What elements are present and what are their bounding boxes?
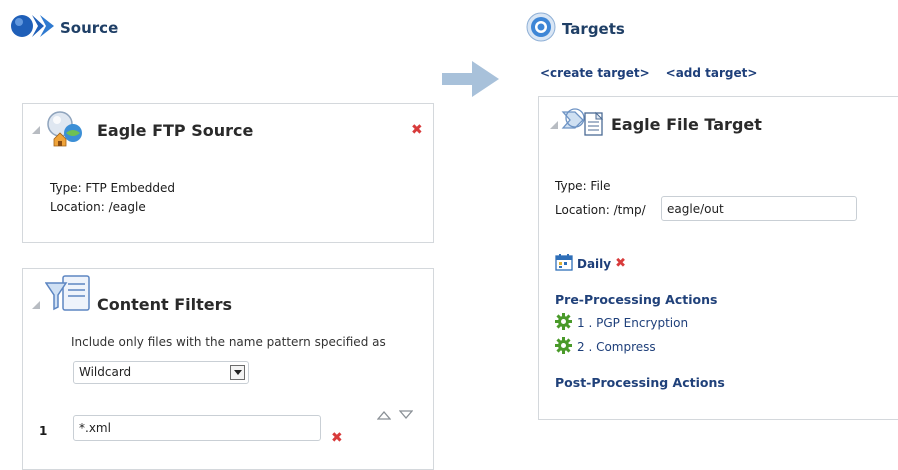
gear-icon [555,337,572,357]
filter-row-delete-icon[interactable]: ✖ [331,430,343,446]
target-ring-icon [526,12,556,45]
filters-panel-title: Content Filters [97,295,233,314]
move-up-icon[interactable] [376,409,392,423]
schedule-link[interactable]: Daily [577,257,611,271]
target-panel: Eagle File Target Type: File Location: /… [538,96,898,420]
schedule-delete-icon[interactable]: ✖ [615,256,626,271]
target-panel-title: Eagle File Target [611,115,762,134]
source-panel-collapse-icon[interactable] [31,124,41,138]
ftp-source-icon [45,109,87,150]
source-header: Source [10,14,118,41]
create-target-link[interactable]: <create target> [540,66,650,80]
targets-header: Targets [526,12,625,45]
source-panel-title: Eagle FTP Source [97,121,254,140]
pre-action-item[interactable]: 1 . PGP Encryption [555,313,688,333]
source-arrow-icon [10,14,56,41]
gear-icon [555,313,572,333]
post-processing-heading: Post-Processing Actions [555,375,725,390]
filter-mode-select[interactable]: Wildcard [73,361,249,384]
source-location: Location: /eagle [50,200,146,214]
calendar-icon [555,253,573,274]
schedule-row: Daily ✖ [555,253,626,274]
target-type: Type: File [555,179,611,193]
target-links: <create target> <add target> [540,66,757,80]
filters-description: Include only files with the name pattern… [71,335,386,349]
pre-processing-heading: Pre-Processing Actions [555,292,718,307]
source-panel: Eagle FTP Source ✖ Type: FTP Embedded Lo… [22,103,434,243]
filter-mode-value: Wildcard [79,365,132,379]
dropdown-arrow-icon[interactable] [230,365,245,380]
pre-action-item[interactable]: 2 . Compress [555,337,656,357]
content-filters-panel: Content Filters Include only files with … [22,268,434,470]
filters-collapse-icon[interactable] [31,299,41,313]
pre-action-label: 1 . PGP Encryption [577,316,689,330]
filter-row-index: 1 [39,424,48,438]
flow-arrow-icon [442,60,500,101]
targets-title: Targets [562,19,625,38]
target-location-label: Location: /tmp/ [555,203,646,217]
pre-action-label: 2 . Compress [577,340,656,354]
file-target-icon [561,106,605,143]
target-panel-collapse-icon[interactable] [549,119,559,133]
source-title: Source [60,18,119,37]
filter-pattern-input[interactable] [73,415,321,441]
add-target-link[interactable]: <add target> [666,66,758,80]
target-location-input[interactable] [661,196,857,221]
source-type: Type: FTP Embedded [50,181,175,195]
filter-funnel-icon [44,275,95,316]
source-delete-icon[interactable]: ✖ [411,122,423,138]
move-down-icon[interactable] [398,409,414,423]
